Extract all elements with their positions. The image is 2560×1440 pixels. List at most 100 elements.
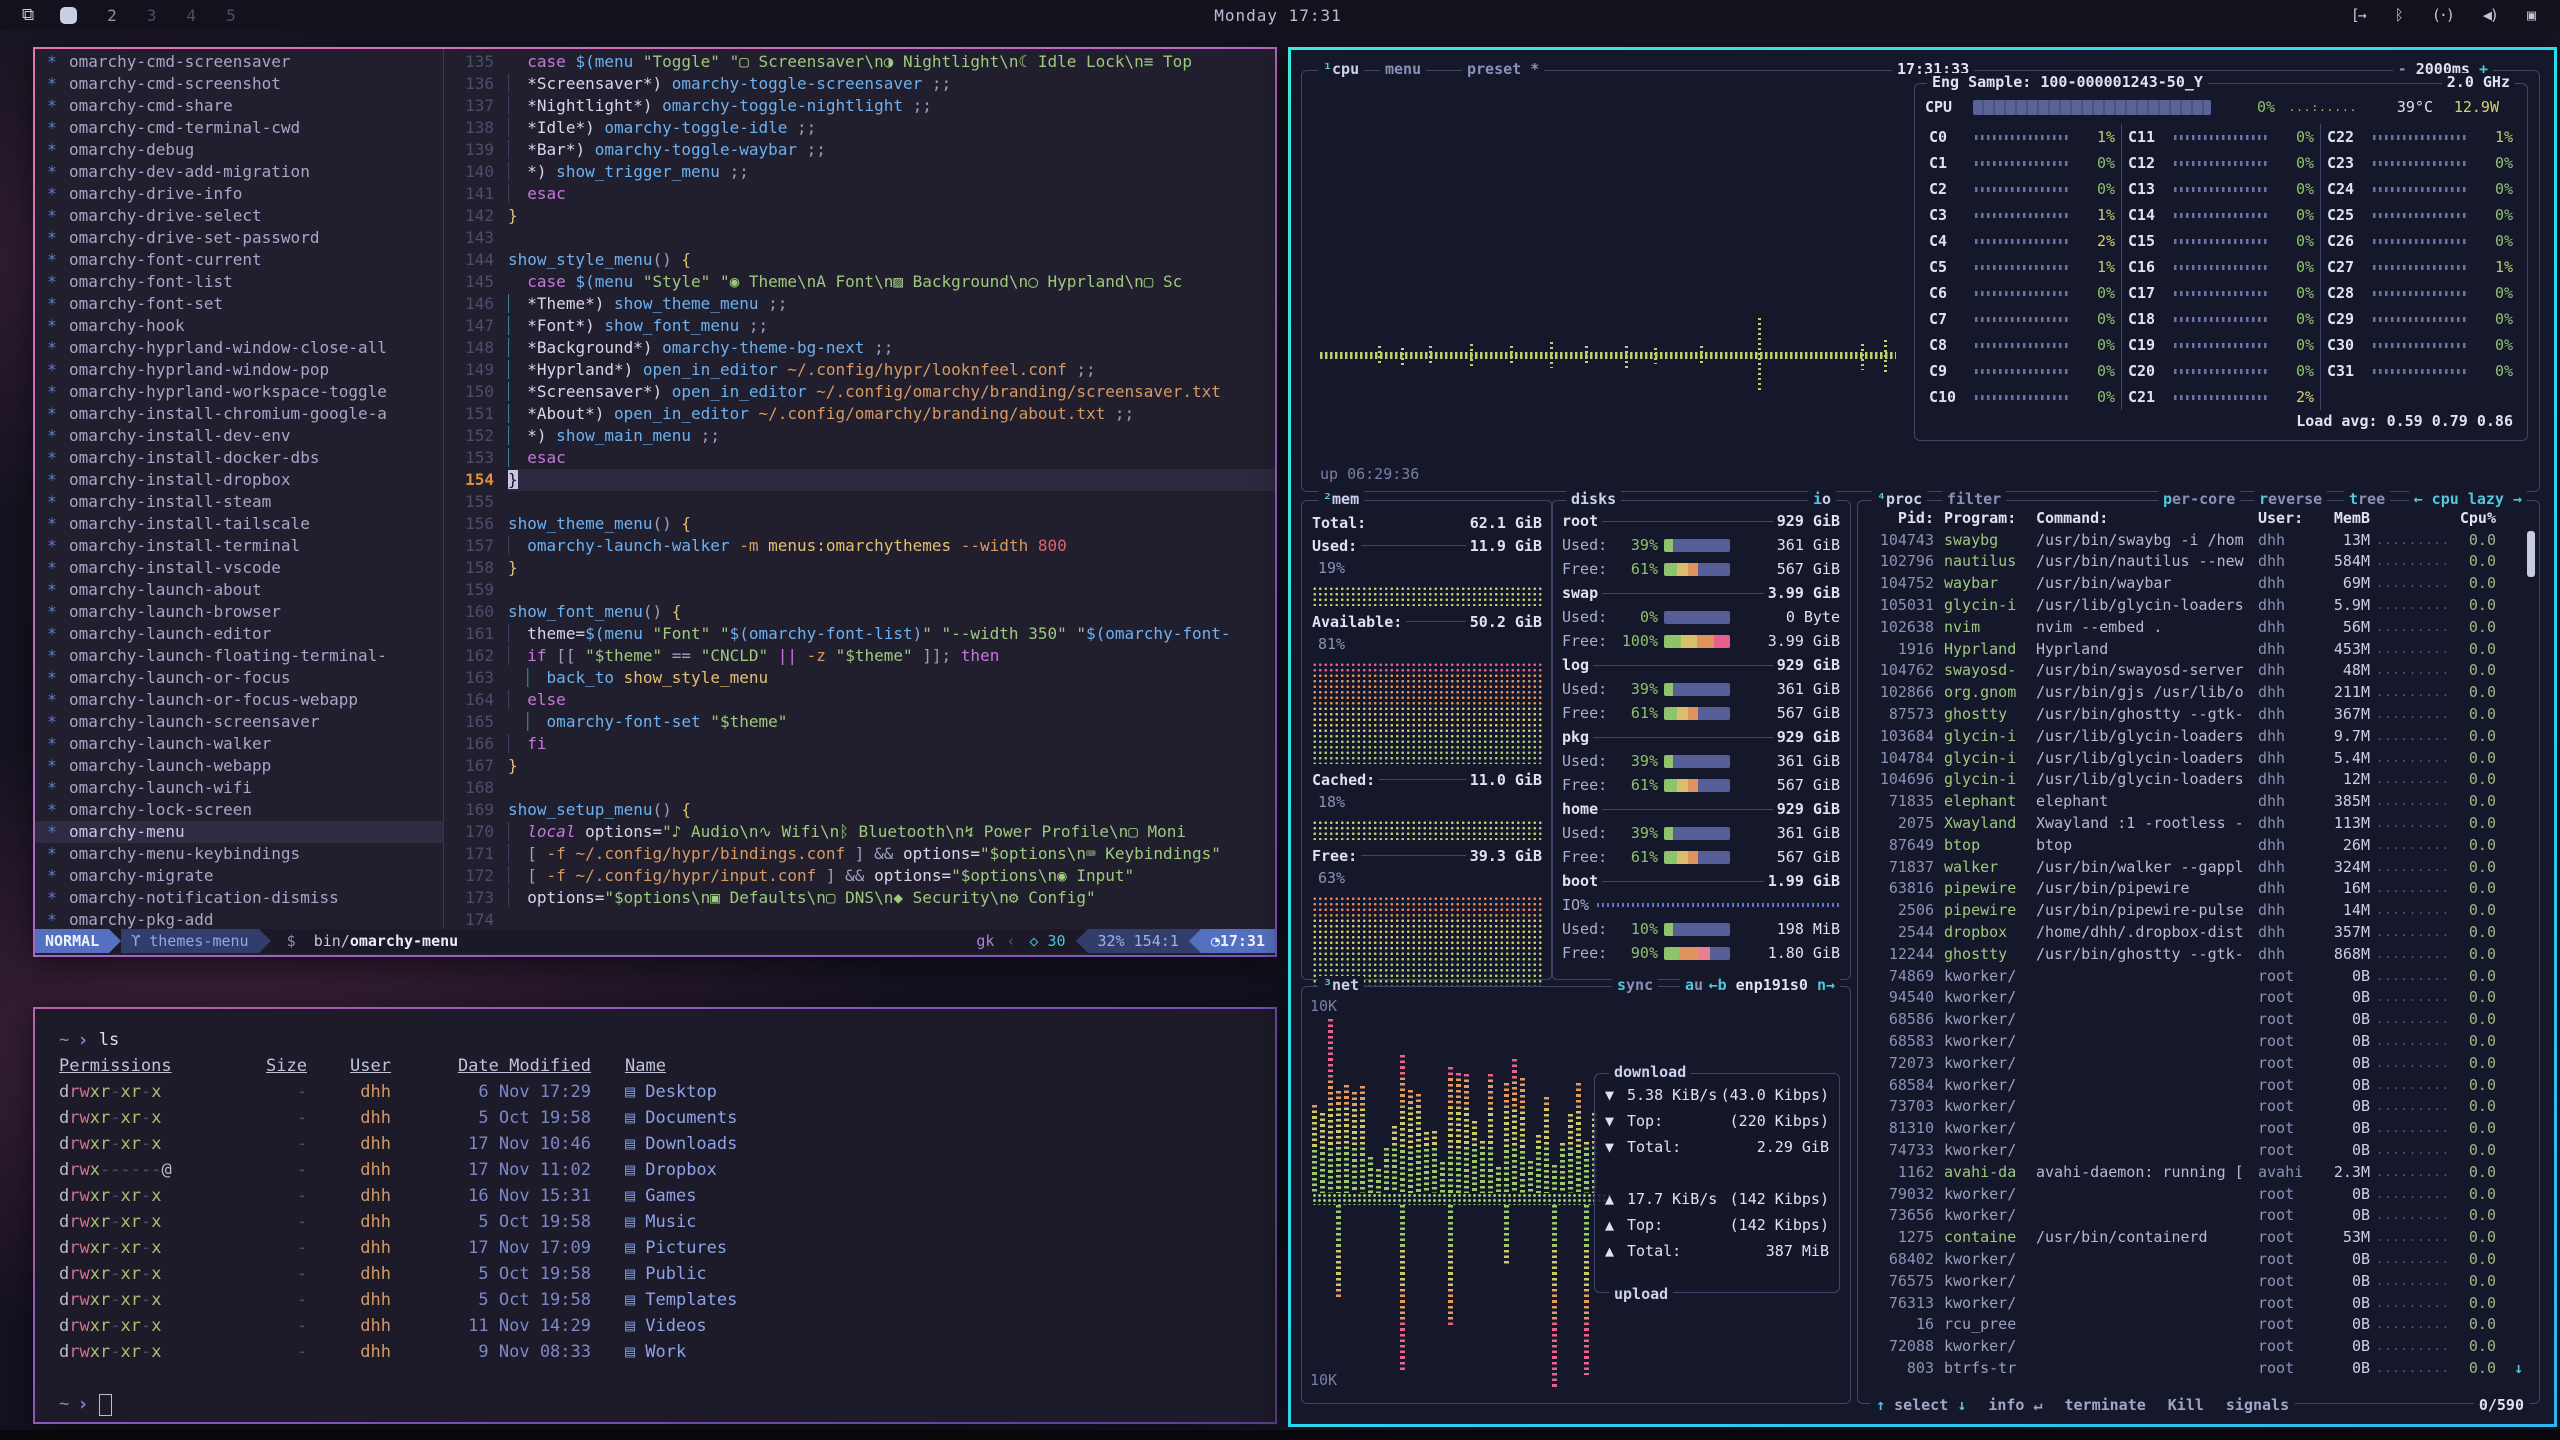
code-line[interactable]: 141▏ esac <box>444 183 1275 205</box>
code-line[interactable]: 172▏ [ -f ~/.config/hypr/input.conf ] &&… <box>444 865 1275 887</box>
code-line[interactable]: 143 <box>444 227 1275 249</box>
code-line[interactable]: 169show_setup_menu() { <box>444 799 1275 821</box>
file-item[interactable]: *omarchy-lock-screen <box>35 799 443 821</box>
mem-tab[interactable]: ²mem <box>1318 490 1364 508</box>
code-line[interactable]: 163 ▏ back_to show_style_menu <box>444 667 1275 689</box>
code-line[interactable]: 158} <box>444 557 1275 579</box>
code-line[interactable]: 150▏ *Screensaver*) open_in_editor ~/.co… <box>444 381 1275 403</box>
signals-action[interactable]: signals <box>2226 1396 2289 1414</box>
code-line[interactable]: 148▏ *Background*) omarchy-theme-bg-next… <box>444 337 1275 359</box>
file-item[interactable]: *omarchy-launch-or-focus-webapp <box>35 689 443 711</box>
file-item[interactable]: *omarchy-font-list <box>35 271 443 293</box>
code-line[interactable]: 153▏ esac <box>444 447 1275 469</box>
terminate-action[interactable]: terminate <box>2065 1396 2146 1414</box>
code-line[interactable]: 146▏ *Theme*) show_theme_menu ;; <box>444 293 1275 315</box>
process-row[interactable]: 73656kworker/root0B.........0.0 <box>1868 1205 2531 1227</box>
process-row[interactable]: 71835elephantelephantdhh385M.........0.0 <box>1868 790 2531 812</box>
info-action[interactable]: info ↵ <box>1988 1396 2042 1414</box>
process-row[interactable]: 87649btopbtopdhh26M.........0.0 <box>1868 834 2531 856</box>
chip-icon[interactable]: ▣ <box>2527 6 2534 24</box>
code-line[interactable]: 174 <box>444 909 1275 929</box>
entry-name[interactable]: ▤Pictures <box>591 1235 727 1261</box>
file-item[interactable]: *omarchy-install-terminal <box>35 535 443 557</box>
file-item[interactable]: *omarchy-drive-set-password <box>35 227 443 249</box>
file-item[interactable]: *omarchy-debug <box>35 139 443 161</box>
file-item[interactable]: *omarchy-launch-screensaver <box>35 711 443 733</box>
process-row[interactable]: 76575kworker/root0B.........0.0 <box>1868 1270 2531 1292</box>
file-item[interactable]: *omarchy-cmd-screenshot <box>35 73 443 95</box>
code-line[interactable]: 151▏ *About*) open_in_editor ~/.config/o… <box>444 403 1275 425</box>
code-line[interactable]: 156show_theme_menu() { <box>444 513 1275 535</box>
process-row[interactable]: 79032kworker/root0B.........0.0 <box>1868 1183 2531 1205</box>
file-item[interactable]: *omarchy-launch-floating-terminal- <box>35 645 443 667</box>
process-row[interactable]: 74733kworker/root0B.........0.0 <box>1868 1139 2531 1161</box>
file-item[interactable]: *omarchy-install-dev-env <box>35 425 443 447</box>
process-row[interactable]: 103684glycin-i/usr/lib/glycin-loadersdhh… <box>1868 725 2531 747</box>
file-item[interactable]: *omarchy-font-current <box>35 249 443 271</box>
code-line[interactable]: 144show_style_menu() { <box>444 249 1275 271</box>
file-item[interactable]: *omarchy-launch-or-focus <box>35 667 443 689</box>
process-row[interactable]: 81310kworker/root0B.........0.0 <box>1868 1117 2531 1139</box>
code-line[interactable]: 161▏ theme=$(menu "Font" "$(omarchy-font… <box>444 623 1275 645</box>
process-row[interactable]: 104696glycin-i/usr/lib/glycin-loadersdhh… <box>1868 769 2531 791</box>
entry-name[interactable]: ▤Music <box>591 1209 696 1235</box>
file-item[interactable]: *omarchy-menu-keybindings <box>35 843 443 865</box>
workspace-3[interactable]: 3 <box>147 6 157 25</box>
workspace-active[interactable] <box>60 7 77 24</box>
io-toggle[interactable]: io <box>1808 490 1836 508</box>
entry-name[interactable]: ▤Public <box>591 1261 707 1287</box>
file-item[interactable]: *omarchy-drive-info <box>35 183 443 205</box>
menu-button[interactable]: menu <box>1380 60 1426 78</box>
file-item[interactable]: *omarchy-hyprland-window-close-all <box>35 337 443 359</box>
code-line[interactable]: 149▏ *Hyprland*) open_in_editor ~/.confi… <box>444 359 1275 381</box>
code-line[interactable]: 139▏ *Bar*) omarchy-toggle-waybar ;; <box>444 139 1275 161</box>
process-row[interactable]: 102796nautilus/usr/bin/nautilus --newdhh… <box>1868 551 2531 573</box>
entry-name[interactable]: ▤Work <box>591 1339 686 1365</box>
bluetooth-icon[interactable]: ᛒ <box>2395 6 2402 24</box>
sort-column-switcher[interactable]: ← cpu lazy → <box>2409 490 2527 508</box>
process-row[interactable]: 12244ghostty/usr/bin/ghostty --gtk-dhh86… <box>1868 943 2531 965</box>
file-item[interactable]: *omarchy-hyprland-window-pop <box>35 359 443 381</box>
code-line[interactable]: 147▏ *Font*) show_font_menu ;; <box>444 315 1275 337</box>
code-line[interactable]: 145 case $(menu "Style" "◉ Theme\nA Font… <box>444 271 1275 293</box>
kill-action[interactable]: Kill <box>2168 1396 2204 1414</box>
process-row[interactable]: 104762swayosd-/usr/bin/swayosd-serverdhh… <box>1868 660 2531 682</box>
code-line[interactable]: 157▏ omarchy-launch-walker -m menus:omar… <box>444 535 1275 557</box>
process-row[interactable]: 104752waybar/usr/bin/waybardhh69M.......… <box>1868 572 2531 594</box>
process-row[interactable]: 73703kworker/root0B.........0.0 <box>1868 1096 2531 1118</box>
code-line[interactable]: 171▏ [ -f ~/.config/hypr/bindings.conf ]… <box>444 843 1275 865</box>
net-interface-switcher[interactable]: ←b enp191s0 n→ <box>1704 976 1840 994</box>
process-row[interactable]: 102866org.gnom/usr/bin/gjs /usr/lib/odhh… <box>1868 681 2531 703</box>
scroll-down-icon[interactable]: ↓ <box>2514 1359 2523 1377</box>
workspace-5[interactable]: 5 <box>226 6 236 25</box>
network-icon[interactable]: (·) <box>2432 6 2453 24</box>
process-row[interactable]: 68402kworker/root0B.........0.0 <box>1868 1248 2531 1270</box>
code-line[interactable]: 170▏ local options="♪ Audio\n∿ Wifi\nᛒ B… <box>444 821 1275 843</box>
process-row[interactable]: 104743swaybg/usr/bin/swaybg -i /homdhh13… <box>1868 529 2531 551</box>
process-row[interactable]: 1162avahi-daavahi-daemon: running [avahi… <box>1868 1161 2531 1183</box>
code-line[interactable]: 159 <box>444 579 1275 601</box>
file-item[interactable]: *omarchy-install-tailscale <box>35 513 443 535</box>
filter-button[interactable]: filter <box>1942 490 2006 508</box>
process-row[interactable]: 76313kworker/root0B.........0.0 <box>1868 1292 2531 1314</box>
file-item[interactable]: *omarchy-launch-walker <box>35 733 443 755</box>
volume-icon[interactable]: ◀) <box>2483 6 2497 24</box>
file-item[interactable]: *omarchy-migrate <box>35 865 443 887</box>
workspace-2[interactable]: 2 <box>107 6 117 25</box>
file-item[interactable]: *omarchy-launch-wifi <box>35 777 443 799</box>
file-item[interactable]: *omarchy-launch-editor <box>35 623 443 645</box>
entry-name[interactable]: ▤Dropbox <box>591 1157 717 1183</box>
tree-toggle[interactable]: tree <box>2344 490 2390 508</box>
logout-icon[interactable]: [→ <box>2351 6 2365 24</box>
file-item[interactable]: *omarchy-font-set <box>35 293 443 315</box>
file-item[interactable]: *omarchy-menu <box>35 821 443 843</box>
process-row[interactable]: 1916HyprlandHyprlanddhh453M.........0.0 <box>1868 638 2531 660</box>
process-row[interactable]: 105031glycin-i/usr/lib/glycin-loadersdhh… <box>1868 594 2531 616</box>
file-item[interactable]: *omarchy-launch-about <box>35 579 443 601</box>
process-row[interactable]: 94540kworker/root0B.........0.0 <box>1868 987 2531 1009</box>
screenshot-icon[interactable]: ⧉ <box>22 5 34 25</box>
file-item[interactable]: *omarchy-cmd-share <box>35 95 443 117</box>
code-line[interactable]: 166▏ fi <box>444 733 1275 755</box>
process-row[interactable]: 102638nvimnvim --embed .dhh56M.........0… <box>1868 616 2531 638</box>
code-line[interactable]: 162▏ if [[ "$theme" == "CNCLD" || -z "$t… <box>444 645 1275 667</box>
